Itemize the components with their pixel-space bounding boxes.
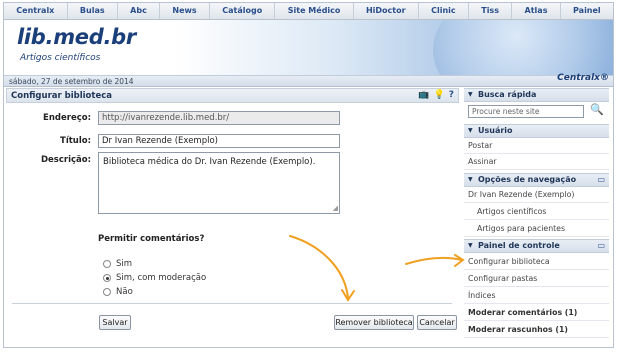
divider (12, 303, 452, 304)
nav-link-abc[interactable]: Abc (118, 3, 161, 19)
sidebar-header-label: Busca rápida (478, 90, 537, 99)
titulo-label: Título: (60, 136, 91, 146)
sidebar-item-configurar-biblioteca[interactable]: Configurar biblioteca (464, 255, 609, 270)
window-icon[interactable]: ▭ (597, 240, 605, 252)
sidebar-item-moderar-comentarios[interactable]: Moderar comentários (1) (464, 306, 609, 321)
descricao-label: Descrição: (40, 155, 91, 165)
nav-link-painel[interactable]: Painel (561, 3, 613, 19)
search-icon[interactable]: 🔍 (590, 103, 604, 116)
search-placeholder: Procure neste site (472, 107, 540, 116)
site-subtitle: Artigos científicos (20, 53, 101, 63)
descricao-text: Biblioteca médica do Dr. Ivan Rezende (E… (103, 157, 316, 167)
page-title: Configurar biblioteca (11, 91, 112, 101)
lightbulb-icon[interactable]: 💡 (434, 90, 445, 100)
panel-tools: 📺 💡 ? (418, 90, 454, 100)
nav-link-site-medico[interactable]: Site Médico (275, 3, 354, 19)
endereco-label: Endereço: (43, 113, 91, 123)
panel-title-bar: Configurar biblioteca 📺 💡 ? (6, 88, 459, 103)
sidebar-item-indices[interactable]: Índices (464, 289, 609, 304)
sidebar-header-label: Usuário (478, 126, 513, 135)
sidebar-item-artigos-pacientes[interactable]: Artigos para pacientes (464, 222, 609, 237)
cancel-button[interactable]: Cancelar (417, 315, 457, 330)
sidebar-header-painel[interactable]: Painel de controle ▭ (464, 239, 609, 253)
tv-icon[interactable]: 📺 (418, 90, 429, 100)
sidebar-item-artigos-cientificos[interactable]: Artigos científicos (464, 205, 609, 220)
window-icon[interactable]: ▭ (597, 174, 605, 186)
nav-link-bulas[interactable]: Bulas (68, 3, 118, 19)
sidebar-item-dr-ivan[interactable]: Dr Ivan Rezende (Exemplo) (464, 188, 609, 203)
nav-link-catalogo[interactable]: Catálogo (210, 3, 276, 19)
nav-link-clinic[interactable]: Clinic (419, 3, 469, 19)
sidebar: Busca rápida Procure neste site 🔍 Usuári… (464, 88, 609, 342)
save-button[interactable]: Salvar (99, 315, 131, 330)
help-icon[interactable]: ? (449, 90, 454, 100)
sidebar-item-moderar-rascunhos[interactable]: Moderar rascunhos (1) (464, 323, 609, 338)
main-panel: Configurar biblioteca 📺 💡 ? Endereço: ht… (6, 88, 459, 342)
nav-link-news[interactable]: News (160, 3, 210, 19)
radio-option-sim-moderacao[interactable]: Sim, com moderação (103, 273, 206, 283)
search-input[interactable]: Procure neste site (468, 105, 584, 118)
resize-grip-icon[interactable]: ◢ (333, 205, 338, 212)
radio-button[interactable] (103, 260, 111, 268)
sidebar-item-assinar[interactable]: Assinar (464, 155, 609, 170)
sidebar-header-usuario[interactable]: Usuário (464, 124, 609, 138)
centralx-brand[interactable]: Centralx® (557, 73, 609, 83)
nav-link-hidoctor[interactable]: HiDoctor (354, 3, 419, 19)
sidebar-item-configurar-pastas[interactable]: Configurar pastas (464, 272, 609, 287)
sidebar-header-label: Opções de navegação (478, 175, 577, 184)
radio-label: Sim (116, 259, 133, 269)
endereco-field[interactable]: http://ivanrezende.lib.med.br/ (98, 111, 340, 125)
site-banner: lib.med.br Artigos científicos (4, 20, 613, 75)
remove-library-button[interactable]: Remover biblioteca (334, 315, 414, 330)
descricao-textarea[interactable]: Biblioteca médica do Dr. Ivan Rezende (E… (98, 152, 340, 214)
radio-label: Não (116, 287, 133, 297)
globe-graphic (433, 20, 613, 75)
titulo-field[interactable]: Dr Ivan Rezende (Exemplo) (98, 134, 340, 148)
sidebar-item-postar[interactable]: Postar (464, 139, 609, 154)
top-navigation: Centralx Bulas Abc News Catálogo Site Mé… (4, 3, 613, 20)
nav-link-centralx[interactable]: Centralx (4, 3, 68, 19)
nav-link-atlas[interactable]: Atlas (512, 3, 561, 19)
site-logo[interactable]: lib.med.br (17, 25, 136, 49)
radio-button-selected[interactable] (103, 274, 111, 282)
sidebar-header-navegacao[interactable]: Opções de navegação ▭ (464, 173, 609, 187)
radio-button[interactable] (103, 288, 111, 296)
current-date: sábado, 27 de setembro de 2014 (9, 77, 134, 86)
date-bar: sábado, 27 de setembro de 2014 Centralx® (4, 73, 613, 87)
permitir-comentarios-label: Permitir comentários? (98, 234, 205, 244)
sidebar-header-busca[interactable]: Busca rápida (464, 88, 609, 102)
radio-option-nao[interactable]: Não (103, 287, 133, 297)
radio-label: Sim, com moderação (116, 273, 207, 283)
sidebar-header-label: Painel de controle (478, 241, 560, 250)
nav-link-tiss[interactable]: Tiss (469, 3, 513, 19)
radio-option-sim[interactable]: Sim (103, 259, 132, 269)
